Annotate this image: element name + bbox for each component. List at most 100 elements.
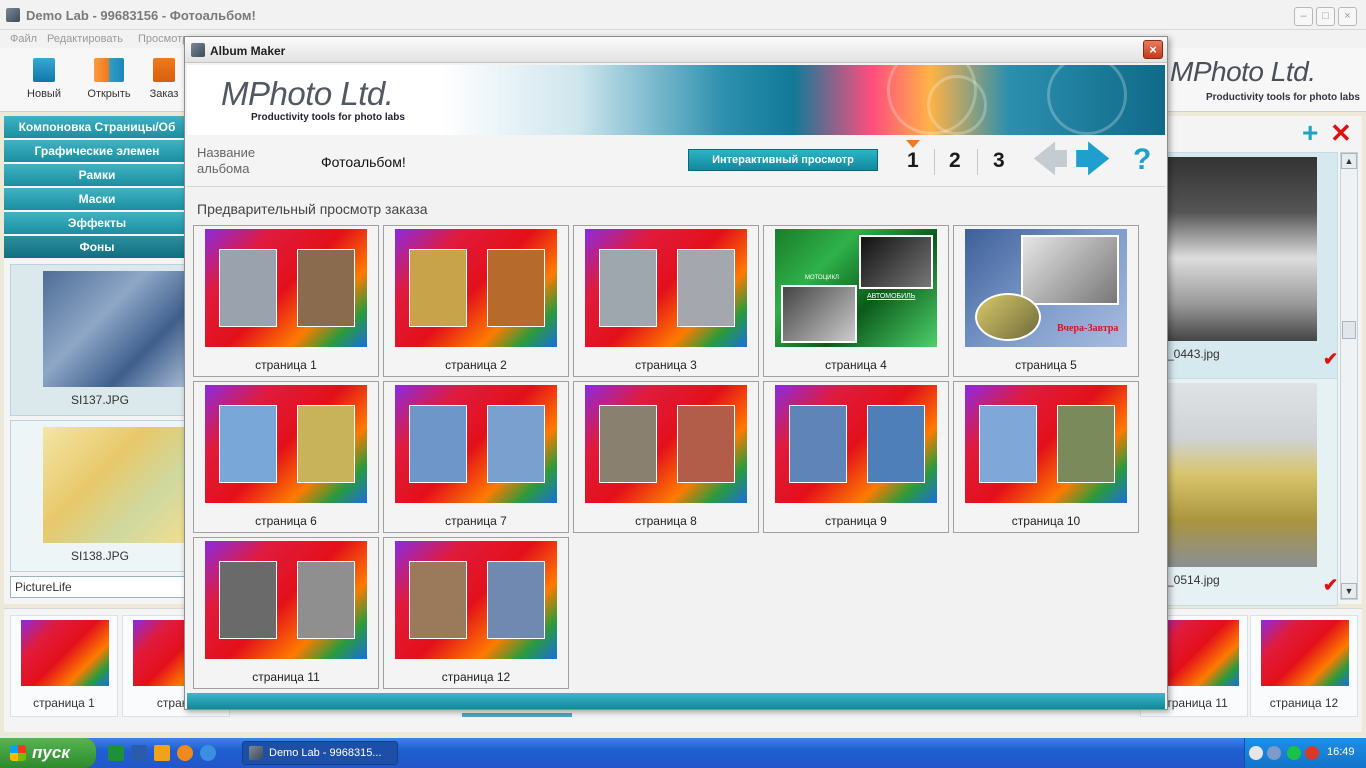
step-divider [977,149,978,175]
page-photo-left [409,249,467,327]
page-card[interactable]: страница 6 [193,381,379,533]
windows-flag-icon [10,745,26,761]
photo-scrollbar[interactable]: ▲ ▼ [1340,152,1358,600]
outlook-icon[interactable] [154,745,170,761]
close-window-button[interactable]: × [1338,7,1357,26]
open-button-label: Открыть [87,88,131,100]
filmstrip-page[interactable]: страница 1 [10,615,118,717]
category-graphics[interactable]: Графические элемен [4,140,190,162]
internet-explorer-icon[interactable] [200,745,216,761]
page-card[interactable]: страница 3 [573,225,759,377]
tray-arrow-icon[interactable] [1249,746,1263,760]
page-photo-right [487,561,545,639]
category-masks[interactable]: Маски [4,188,190,210]
start-button[interactable]: пуск [0,738,96,768]
page-card[interactable]: страница 1 [193,225,379,377]
back-arrow-icon[interactable]: 🡄 [1033,143,1068,177]
main-window-titlebar[interactable]: Demo Lab - 99683156 - Фотоальбом! – □ × [0,0,1366,30]
page-card[interactable]: страница 11 [193,537,379,689]
menu-edit[interactable]: Редактировать [47,33,123,45]
firefox-icon[interactable] [177,745,193,761]
taskbar-window-button[interactable]: Demo Lab - 9968315... [242,741,398,765]
page-thumbnail [395,541,557,659]
page-card[interactable]: МОТОЦИКЛ АВТОМОБИЛЬ страница 4 [763,225,949,377]
page-card[interactable]: Вчера-Завтра страница 5 [953,225,1139,377]
dialog-close-button[interactable]: × [1143,40,1163,59]
page-thumbnail: Вчера-Завтра [965,229,1127,347]
plus-icon[interactable]: + [1302,119,1318,147]
page-photo-left [789,405,847,483]
menu-file[interactable]: Файл [10,33,37,45]
help-icon[interactable]: ? [1133,143,1151,177]
forward-arrow-icon[interactable]: 🡆 [1075,143,1110,177]
step-2-button[interactable]: 2 [949,149,961,173]
filmstrip-label: страница 1 [33,696,95,710]
security-icon[interactable] [1305,746,1319,760]
dialog-footer-bar [187,693,1165,709]
photo-image [1167,383,1317,567]
photo-item[interactable]: _0514.jpg ✔ [1162,378,1338,606]
album-name-field[interactable]: Фотоальбом! [321,154,406,170]
page-card[interactable]: страница 12 [383,537,569,689]
new-button[interactable]: Новый [14,54,74,110]
order-preview-title: Предварительный просмотр заказа [197,201,428,217]
page-card[interactable]: страница 10 [953,381,1139,533]
album-name-label: Название альбома [197,145,256,176]
interactive-preview-button[interactable]: Интерактивный просмотр [688,149,878,171]
x-icon[interactable]: ✕ [1330,120,1352,146]
scroll-up-icon[interactable]: ▲ [1341,153,1357,169]
scroll-down-icon[interactable]: ▼ [1341,583,1357,599]
start-label: пуск [32,743,70,762]
page-thumbnail: МОТОЦИКЛ АВТОМОБИЛЬ [775,229,937,347]
page-photo-left [409,561,467,639]
background-image [43,427,187,543]
page-photo-top [859,235,933,289]
open-button[interactable]: Открыть [79,54,139,110]
maximize-button[interactable]: □ [1316,7,1335,26]
scroll-thumb[interactable] [1342,321,1356,339]
background-thumb[interactable]: SI137.JPG [10,264,190,416]
background-thumb[interactable]: SI138.JPG [10,420,190,572]
page-card[interactable]: страница 2 [383,225,569,377]
photo-item[interactable]: _0443.jpg ✔ [1162,152,1338,380]
category-backgrounds[interactable]: Фоны [4,236,190,258]
app-icon [6,8,20,22]
category-effects[interactable]: Эффекты [4,212,190,234]
network-icon[interactable] [1267,746,1281,760]
category-layout[interactable]: Компоновка Страницы/Об [4,116,190,138]
dialog-titlebar[interactable]: Album Maker × [185,37,1167,63]
page-thumbnail [205,541,367,659]
page-photo-left [219,561,277,639]
page-thumbnail [395,229,557,347]
filmstrip-page[interactable]: страница 12 [1250,615,1358,717]
page-card[interactable]: страница 9 [763,381,949,533]
menu-view[interactable]: Просмотр [138,33,188,45]
app-icon [191,43,205,57]
checkmark-icon: ✔ [1323,349,1339,369]
page-label: страница 9 [825,514,887,528]
page-photo-right [867,405,925,483]
page-card[interactable]: страница 8 [573,381,759,533]
page-photo-top [1021,235,1119,305]
step-3-button[interactable]: 3 [993,149,1005,173]
word-icon[interactable] [131,745,147,761]
page-photo-left [219,405,277,483]
page-photo-bottom [975,293,1041,341]
page-thumbnail [965,385,1127,503]
order-button-label: Заказ [149,88,179,100]
excel-icon[interactable] [108,745,124,761]
step-1-button[interactable]: 1 [907,149,919,173]
new-document-icon [33,58,55,82]
page-overlay-text: АВТОМОБИЛЬ [867,293,916,300]
page-label: страница 7 [445,514,507,528]
page-label: страница 4 [825,358,887,372]
green-status-icon[interactable] [1287,746,1301,760]
category-frames[interactable]: Рамки [4,164,190,186]
taskbar: пуск Demo Lab - 9968315... 16:49 [0,738,1366,768]
filmstrip-scrollbar[interactable] [462,713,572,717]
order-button[interactable]: Заказ [144,54,184,110]
minimize-button[interactable]: – [1294,7,1313,26]
page-card[interactable]: страница 7 [383,381,569,533]
page-label: страница 10 [1011,514,1081,528]
source-input[interactable]: PictureLife [10,576,188,598]
